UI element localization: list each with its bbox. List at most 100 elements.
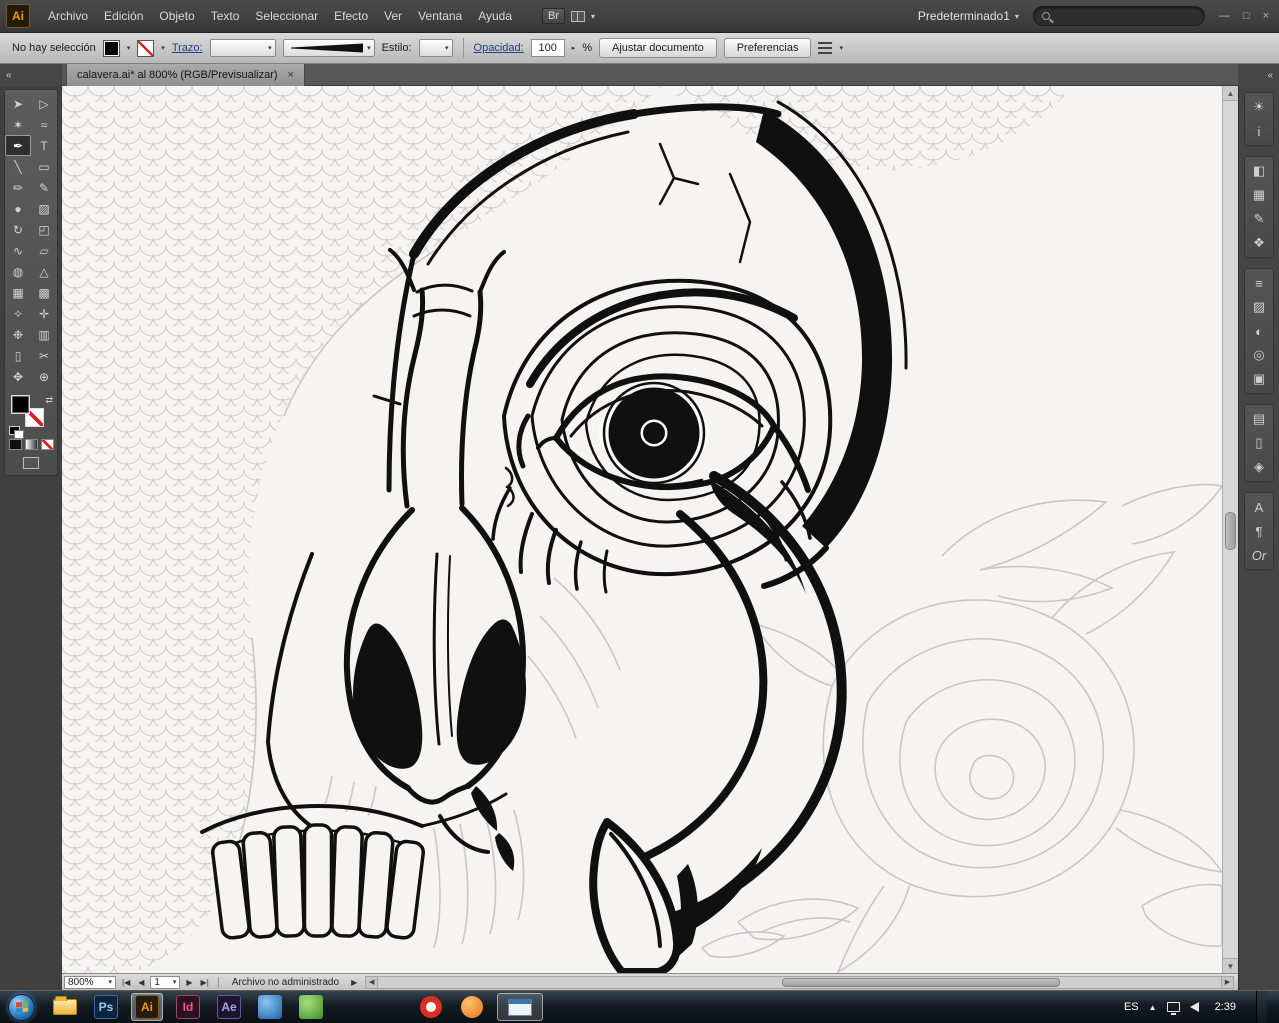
- clock[interactable]: 2:39: [1215, 1001, 1236, 1013]
- explorer-icon[interactable]: [49, 993, 81, 1021]
- brushes-panel-icon[interactable]: ✎: [1245, 207, 1273, 231]
- next-artboard-icon[interactable]: ▶: [184, 978, 194, 987]
- restore-button[interactable]: □: [1243, 10, 1250, 22]
- start-button[interactable]: [8, 993, 35, 1021]
- dock-collapse-header[interactable]: «: [1238, 64, 1279, 86]
- search-input[interactable]: [1055, 10, 1186, 22]
- document-tab[interactable]: calavera.ai* al 800% (RGB/Previsualizar)…: [66, 64, 305, 86]
- search-box[interactable]: [1032, 6, 1205, 26]
- gradient-mode-button[interactable]: [24, 439, 38, 450]
- app-blue-icon[interactable]: [254, 993, 286, 1021]
- default-fill-stroke-icon[interactable]: [9, 426, 24, 439]
- photoshop-icon[interactable]: Ps: [90, 993, 122, 1021]
- document-canvas[interactable]: [62, 86, 1222, 973]
- fit-document-button[interactable]: Ajustar documento: [599, 38, 717, 58]
- selection-tool[interactable]: ➤: [5, 93, 31, 114]
- magic-wand-tool[interactable]: ✶: [5, 114, 31, 135]
- hand-tool[interactable]: ✥: [5, 366, 31, 387]
- opacity-spinner-icon[interactable]: ▸: [572, 44, 576, 52]
- info-panel-icon[interactable]: i: [1245, 119, 1273, 143]
- menu-edicion[interactable]: Edición: [96, 0, 151, 32]
- opacity-link[interactable]: Opacidad:: [474, 42, 524, 54]
- color-mode-button[interactable]: [8, 439, 22, 450]
- close-button[interactable]: ×: [1263, 10, 1269, 22]
- preferences-button[interactable]: Preferencias: [723, 38, 812, 58]
- artboards-panel-icon[interactable]: ▯: [1245, 431, 1273, 455]
- line-tool[interactable]: ╲: [5, 156, 31, 177]
- menu-archivo[interactable]: Archivo: [40, 0, 96, 32]
- menu-efecto[interactable]: Efecto: [326, 0, 376, 32]
- pen-tool[interactable]: ✒: [5, 135, 31, 156]
- horizontal-scroll-thumb[interactable]: [782, 977, 1060, 987]
- arrange-documents-caret-icon[interactable]: ▾: [591, 12, 595, 21]
- stroke-panel-link[interactable]: Trazo:: [172, 42, 203, 54]
- gradient-panel-icon[interactable]: ▨: [1245, 295, 1273, 319]
- menu-objeto[interactable]: Objeto: [151, 0, 202, 32]
- toolbar-collapse-header[interactable]: «: [0, 64, 62, 86]
- perspective-grid-tool[interactable]: △: [31, 261, 57, 282]
- rotate-tool[interactable]: ↻: [5, 219, 31, 240]
- last-artboard-icon[interactable]: ▶|: [199, 978, 211, 987]
- active-window-icon[interactable]: [497, 993, 543, 1021]
- character-panel-icon[interactable]: A: [1245, 495, 1273, 519]
- screen-mode-button[interactable]: [23, 457, 39, 469]
- zoom-tool[interactable]: ⊕: [31, 366, 57, 387]
- scroll-left-icon[interactable]: ◀: [366, 976, 379, 988]
- paragraph-panel-icon[interactable]: ¶: [1245, 519, 1273, 543]
- app-orange-icon[interactable]: [456, 993, 488, 1021]
- appearance-panel-icon[interactable]: ◎: [1245, 343, 1273, 367]
- artboard-number-dropdown[interactable]: 1 ▾: [150, 975, 181, 989]
- width-tool[interactable]: ∿: [5, 240, 31, 261]
- menu-ventana[interactable]: Ventana: [410, 0, 470, 32]
- fill-swatch[interactable]: [11, 395, 30, 414]
- menu-seleccionar[interactable]: Seleccionar: [247, 0, 326, 32]
- show-hidden-icons-icon[interactable]: ▲: [1149, 1003, 1157, 1012]
- shape-builder-tool[interactable]: ◍: [5, 261, 31, 282]
- opentype-panel-icon[interactable]: Or: [1245, 543, 1273, 567]
- brush-definition-dropdown[interactable]: ▾: [282, 39, 375, 57]
- vertical-scroll-thumb[interactable]: [1225, 511, 1236, 550]
- menu-texto[interactable]: Texto: [203, 0, 248, 32]
- scroll-down-icon[interactable]: ▼: [1223, 958, 1238, 973]
- opacity-input[interactable]: 100: [530, 39, 565, 57]
- scale-tool[interactable]: ◰: [31, 219, 57, 240]
- network-icon[interactable]: [1166, 1002, 1180, 1015]
- stroke-caret-icon[interactable]: ▾: [161, 44, 165, 52]
- swap-fill-stroke-icon[interactable]: ⇄: [45, 395, 53, 406]
- direct-selection-tool[interactable]: ▷: [31, 93, 57, 114]
- layers-panel-icon[interactable]: ▤: [1245, 407, 1273, 431]
- previous-artboard-icon[interactable]: ◀: [136, 978, 146, 987]
- navigator-panel-icon[interactable]: ◈: [1245, 455, 1273, 479]
- stroke-panel-icon[interactable]: ≡: [1245, 271, 1273, 295]
- blend-tool[interactable]: ✛: [31, 303, 57, 324]
- after-effects-icon[interactable]: Ae: [213, 993, 245, 1021]
- chevron-down-icon[interactable]: ▾: [839, 44, 843, 52]
- graphic-styles-panel-icon[interactable]: ▣: [1245, 367, 1273, 391]
- fill-color-swatch[interactable]: [102, 39, 120, 57]
- color-panel-icon[interactable]: ☀: [1245, 95, 1273, 119]
- menu-ver[interactable]: Ver: [376, 0, 410, 32]
- mesh-tool[interactable]: ▦: [5, 282, 31, 303]
- color-guide-panel-icon[interactable]: ◧: [1245, 159, 1273, 183]
- arrange-documents-icon[interactable]: [571, 10, 586, 22]
- control-panel-options-icon[interactable]: [818, 42, 833, 54]
- artboard-tool[interactable]: ▯: [5, 345, 31, 366]
- symbols-panel-icon[interactable]: ❖: [1245, 231, 1273, 255]
- app-green-icon[interactable]: [295, 993, 327, 1021]
- stroke-color-swatch[interactable]: [137, 39, 155, 57]
- rectangle-tool[interactable]: ▭: [31, 156, 57, 177]
- language-indicator[interactable]: ES: [1124, 1001, 1139, 1013]
- column-graph-tool[interactable]: ▥: [31, 324, 57, 345]
- slice-tool[interactable]: ✂: [31, 345, 57, 366]
- style-dropdown[interactable]: ▾: [418, 39, 453, 57]
- paintbrush-tool[interactable]: ✏: [5, 177, 31, 198]
- free-transform-tool[interactable]: ▱: [31, 240, 57, 261]
- transparency-panel-icon[interactable]: ◐: [1245, 319, 1273, 343]
- status-menu-icon[interactable]: ▶: [349, 978, 359, 987]
- symbol-sprayer-tool[interactable]: ❉: [5, 324, 31, 345]
- pencil-tool[interactable]: ✎: [31, 177, 57, 198]
- indesign-icon[interactable]: Id: [172, 993, 204, 1021]
- first-artboard-icon[interactable]: |◀: [120, 978, 132, 987]
- none-mode-button[interactable]: [40, 439, 54, 450]
- go-to-bridge-button[interactable]: Br: [542, 8, 566, 24]
